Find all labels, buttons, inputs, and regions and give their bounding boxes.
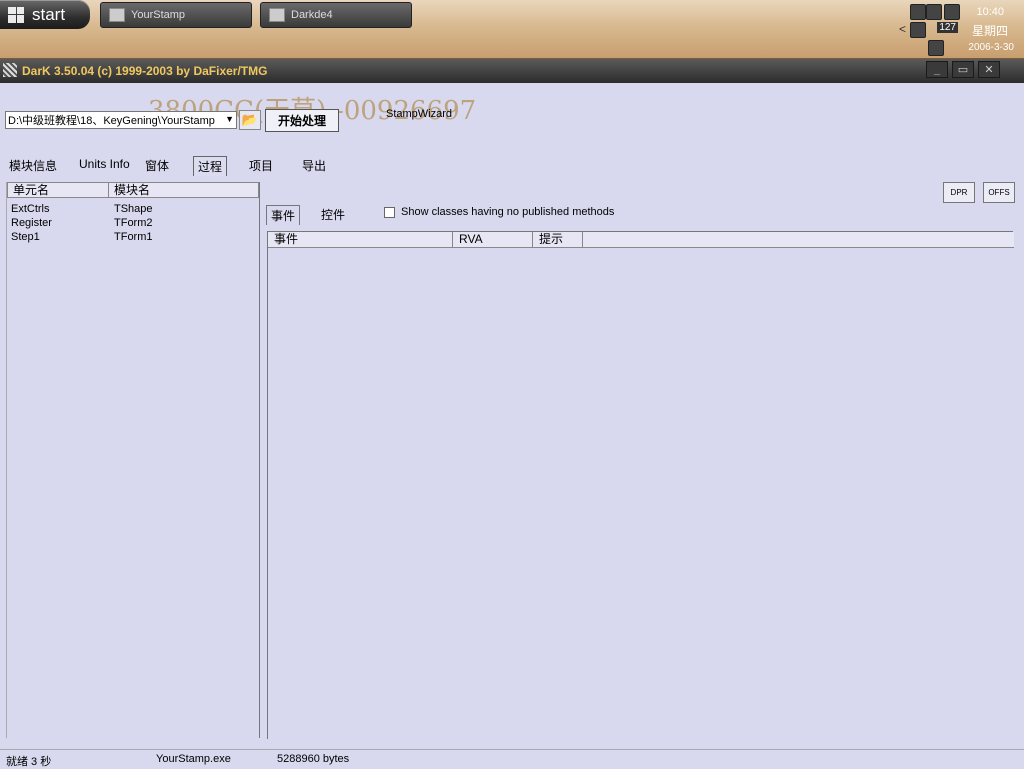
taskbar-button-darkde4[interactable]: Darkde4 [260,2,412,28]
module-name: TForm2 [114,217,153,229]
tab-events[interactable]: 事件 [266,205,301,225]
taskbar: start YourStamp Darkde4 127 10:40 星期四 20… [0,0,1024,59]
tab-module-info[interactable]: 模块信息 [5,156,61,175]
tab-forms[interactable]: 窗体 [141,156,173,175]
windows-flag-icon [8,6,24,23]
monitor-icon[interactable] [926,4,942,20]
show-classes-checkbox[interactable]: Show classes having no published methods [384,206,614,218]
list-item[interactable]: ExtCtrls TShape [7,202,257,216]
tab-project[interactable]: 项目 [245,156,277,175]
column-header-unit-name[interactable]: 单元名 [8,183,108,198]
clock-date: 2006-3-30 [968,42,1014,53]
window-icon [109,8,125,22]
start-button[interactable]: start [0,0,90,29]
dropdown-arrow-icon[interactable]: ▼ [225,114,234,124]
close-icon: ✕ [984,64,994,76]
tray-badge: 127 [937,22,958,33]
list-item[interactable]: Register TForm2 [7,216,257,230]
close-button[interactable]: ✕ [978,61,1000,78]
column-header-event[interactable]: 事件 [268,232,453,248]
unit-name: Register [11,217,52,229]
module-name: TForm1 [114,231,153,243]
folder-open-icon: 📂 [241,112,259,127]
list-item[interactable]: Step1 TForm1 [7,230,257,244]
app-icon [3,63,17,77]
module-name: TShape [114,203,153,215]
events-grid-header: 事件 RVA 提示 [268,232,1014,248]
checkbox-label: Show classes having no published methods [401,206,615,218]
tab-procedures[interactable]: 过程 [193,156,228,176]
taskbar-button-yourstamp[interactable]: YourStamp [100,2,252,28]
path-combobox[interactable]: D:\中级班教程\18、KeyGening\YourStamp ▼ [5,111,237,129]
status-state: 就绪 3 秒 [6,756,52,768]
offs-button[interactable]: OFFS [983,182,1015,203]
column-header-hint[interactable]: 提示 [533,232,583,248]
status-bar: 就绪 3 秒 YourStamp.exe 5288960 bytes [0,749,1024,769]
open-folder-button[interactable]: 📂 [239,110,261,130]
column-header-module-name[interactable]: 模块名 [108,183,258,198]
events-grid[interactable]: 事件 RVA 提示 [267,231,1014,739]
tab-exports[interactable]: 导出 [298,156,330,175]
status-size: 5288960 bytes [277,753,350,765]
minimize-button[interactable]: _ [926,61,948,78]
play-icon[interactable] [944,4,960,20]
start-process-button[interactable]: 开始处理 [265,109,339,132]
tab-controls[interactable]: 控件 [317,205,349,224]
unit-name: Step1 [11,231,40,243]
ime-icon[interactable] [910,22,926,38]
window-titlebar: DarK 3.50.04 (c) 1999-2003 by DaFixer/TM… [0,59,1024,83]
dpr-button[interactable]: DPR [943,182,975,203]
checkbox-box[interactable] [384,206,395,218]
unit-name: ExtCtrls [11,203,50,215]
network-connection-icon[interactable] [928,40,944,56]
chevron-left-icon[interactable]: < [899,22,906,36]
column-header-rva[interactable]: RVA [453,232,533,248]
start-label: start [32,4,66,24]
window-title: DarK 3.50.04 (c) 1999-2003 by DaFixer/TM… [22,64,268,78]
unit-list-header: 单元名 模块名 [7,182,259,198]
status-file: YourStamp.exe [156,753,231,765]
taskbar-button-label: YourStamp [131,9,186,21]
tab-units-info[interactable]: Units Info [75,156,134,172]
clock-weekday: 星期四 [971,24,1008,38]
app-icon [269,8,285,22]
stamp-wizard-label: StampWizard [386,108,453,120]
maximize-button[interactable]: ▭ [952,61,974,78]
system-tray: 127 10:40 星期四 2006-3-30 [904,0,1024,58]
clock-time: 10:40 [976,6,1004,18]
network-icon[interactable] [910,4,926,20]
path-value: D:\中级班教程\18、KeyGening\YourStamp [8,115,215,127]
unit-list[interactable]: 单元名 模块名 ExtCtrls TShape Register TForm2 … [6,182,260,738]
taskbar-button-label: Darkde4 [291,9,333,21]
minimize-icon: _ [933,63,941,76]
maximize-icon: ▭ [957,64,969,76]
